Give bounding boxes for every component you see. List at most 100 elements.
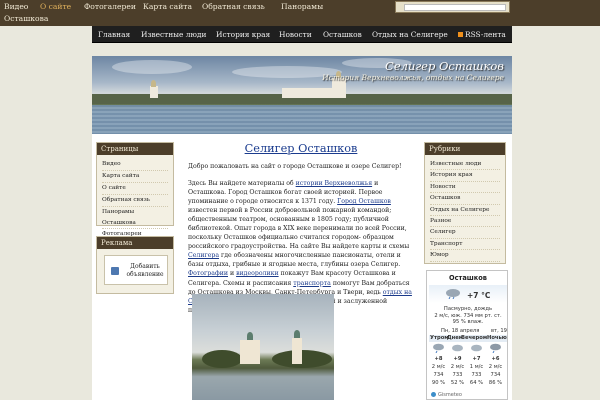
categories-list: Известные люди История края Новости Оста…	[425, 155, 505, 266]
post-text: Здесь Вы найдете материалы об	[188, 180, 296, 187]
weather-temp: +7 °C	[467, 291, 491, 300]
categories-widget: Рубрики Известные люди История края Ново…	[424, 142, 506, 264]
cloud	[112, 60, 192, 74]
top-menu-item-sitemap[interactable]: Карта сайта	[143, 1, 192, 12]
weather-temp-day: +9	[453, 356, 462, 362]
weather-wind-pressure: 2 м/с, юж. 734 мм рт. ст.	[434, 312, 502, 319]
nav-item-news[interactable]: Новости	[279, 30, 312, 39]
ad-widget: Реклама Добавить объявление	[96, 236, 174, 294]
post-link[interactable]: видеоролики	[236, 270, 279, 277]
category-item-history[interactable]: История края	[430, 170, 500, 182]
post-text: и	[228, 270, 237, 278]
dome	[151, 80, 156, 87]
weather-wind-evening: 1 м/с	[469, 364, 484, 370]
category-item-famous-people[interactable]: Известные люди	[430, 159, 500, 171]
pages-item-panoramas[interactable]: Панорамы Осташкова	[102, 207, 168, 230]
weather-pressure-evening: 733	[471, 372, 482, 378]
weather-pressure-morning: 734	[433, 372, 444, 378]
photo-church	[240, 340, 260, 364]
pages-item-video[interactable]: Видео	[102, 159, 168, 171]
weather-brand[interactable]: Gismeteo	[431, 392, 462, 398]
weather-humidity-night: 86 %	[488, 380, 503, 386]
weather-wind-day: 2 м/с	[450, 364, 465, 370]
top-menu-item-galleries[interactable]: Фотогалереи	[84, 1, 136, 12]
top-menu-bar: Видео О сайте Фотогалереи Карта сайта Об…	[0, 0, 600, 26]
weather-wind-row: 2 м/с 2 м/с 1 м/с 2 м/с	[429, 364, 507, 371]
add-ad-label: Добавить объявление	[126, 263, 164, 278]
weather-temp-evening: +7	[472, 356, 481, 362]
weather-brand-label: Gismeteo	[438, 392, 462, 398]
category-item-ostashkov[interactable]: Осташков	[430, 193, 500, 205]
cupola	[294, 330, 300, 338]
weather-icons-row	[429, 343, 507, 355]
post-link[interactable]: истории Верхневолжья	[296, 180, 372, 187]
search-box	[395, 1, 510, 13]
category-item-news[interactable]: Новости	[430, 182, 500, 194]
top-menu-item-feedback[interactable]: Обратная связь	[202, 1, 265, 12]
rain-cloud-icon	[489, 343, 502, 354]
category-item-transport[interactable]: Транспорт	[430, 239, 500, 251]
site-description: История Верхневолжья, отдых на Селигере	[322, 73, 504, 82]
post-text: известен первой в России добровольной по…	[188, 207, 410, 251]
photo-bell-tower	[292, 338, 302, 364]
category-item-misc[interactable]: Разное	[430, 216, 500, 228]
pages-item-sitemap[interactable]: Карта сайта	[102, 171, 168, 183]
nav-item-home[interactable]: Главная	[98, 30, 130, 39]
post-link[interactable]: Селигера	[188, 252, 219, 259]
weather-part-morning: Утром	[430, 335, 449, 341]
gismeteo-logo-icon	[431, 392, 436, 397]
pages-item-feedback[interactable]: Обратная связь	[102, 195, 168, 207]
top-menu-item-panoramas[interactable]: Панорамы	[281, 1, 323, 12]
header-banner: Селигер Осташков История Верхневолжья, о…	[92, 56, 512, 134]
weather-pressure-day: 733	[452, 372, 463, 378]
pages-item-about[interactable]: О сайте	[102, 183, 168, 195]
weather-description: Пасмурно, дождь 2 м/с, юж. 734 мм рт. ст…	[427, 306, 509, 326]
trees	[202, 350, 242, 368]
post-link[interactable]: транспорта	[293, 280, 331, 287]
pages-widget-title: Страницы	[97, 143, 173, 155]
church	[150, 86, 158, 98]
weather-temp-night: +6	[491, 356, 500, 362]
nav-item-ostashkov[interactable]: Осташков	[323, 30, 362, 39]
nav-item-famous-people[interactable]: Известные люди	[141, 30, 206, 39]
weather-temp-morning: +8	[434, 356, 443, 362]
post-text: где обозначены многочисленные пансионаты…	[188, 252, 401, 269]
weather-day-next: вт, 19	[491, 328, 507, 334]
weather-wind-morning: 2 м/с	[431, 364, 446, 370]
ad-widget-title: Реклама	[97, 237, 173, 249]
post-intro: Добро пожаловать на сайт о городе Осташк…	[188, 163, 402, 170]
top-menu-item-about[interactable]: О сайте	[40, 1, 71, 12]
search-input[interactable]	[404, 4, 506, 11]
post-link[interactable]: Фотографии	[188, 270, 228, 277]
weather-wind-night: 2 м/с	[488, 364, 503, 370]
category-item-seliger-rest[interactable]: Отдых на Селигере	[430, 205, 500, 217]
pages-list: Видео Карта сайта О сайте Обратная связь…	[97, 155, 173, 245]
weather-part-night: Ночью	[487, 335, 507, 341]
nav-item-rss[interactable]: RSS-лента	[458, 30, 506, 39]
ad-icon	[111, 267, 119, 275]
category-item-seliger[interactable]: Селигер	[430, 227, 500, 239]
weather-humidity-day: 52 %	[450, 380, 465, 386]
site-title[interactable]: Селигер Осташков	[385, 59, 504, 73]
cloud-icon	[470, 343, 483, 353]
nav-item-seliger-rest[interactable]: Отдых на Селигере	[372, 30, 448, 39]
weather-pressure-row: 734 733 733 734	[429, 372, 507, 379]
category-item-humor[interactable]: Юмор	[430, 250, 500, 262]
rain-cloud-icon	[446, 289, 460, 299]
post-link[interactable]: Город Осташков	[337, 198, 391, 205]
cloud-icon	[451, 343, 464, 353]
main-nav: Главная Известные люди История края Ново…	[92, 26, 512, 43]
weather-widget[interactable]: Осташков +7 °C Пасмурно, дождь 2 м/с, юж…	[426, 270, 508, 400]
add-ad-button[interactable]: Добавить объявление	[104, 255, 168, 285]
nav-item-history[interactable]: История края	[216, 30, 270, 39]
cupola	[247, 332, 253, 340]
post-photo[interactable]	[192, 294, 334, 400]
top-menu-item-video[interactable]: Видео	[4, 1, 28, 12]
weather-day-parts: Утром Днем Вечером Ночью	[429, 335, 507, 342]
weather-day-today: Пн, 18 апреля	[441, 328, 480, 334]
post-title[interactable]: Селигер Осташков	[188, 142, 414, 155]
rss-icon	[458, 32, 463, 37]
weather-part-evening: Вечером	[461, 335, 488, 341]
weather-current: +7 °C	[429, 285, 507, 303]
top-menu-item-panoramas-city[interactable]: Осташкова	[4, 13, 48, 24]
